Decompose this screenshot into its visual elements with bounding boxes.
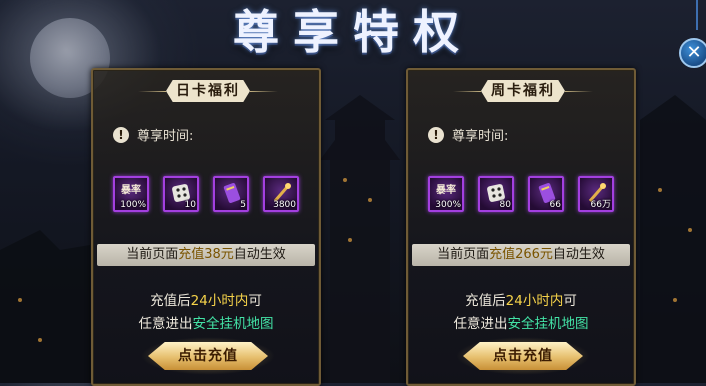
card-header: 日卡福利 xyxy=(138,80,278,102)
recharge-button[interactable]: 点击充值 xyxy=(148,342,268,370)
desc-line-2: 任意进出安全挂机地图 xyxy=(408,313,634,336)
benefit-description: 充值后24小时内可 任意进出安全挂机地图 xyxy=(93,290,319,336)
gold-staff-icon[interactable]: 66万 xyxy=(578,176,614,212)
recharge-amount: 充值266元 xyxy=(489,247,553,262)
item-count: 80 xyxy=(499,200,511,210)
card-weekly: 周卡福利 ! 尊享时间: 暴率 300% 80 66 66万 当前页面充值266… xyxy=(406,68,636,386)
close-icon[interactable]: ✕ xyxy=(679,38,706,68)
desc-duration: 24小时内 xyxy=(190,293,249,309)
gold-staff-icon[interactable]: 3800 xyxy=(263,176,299,212)
desc-line-2: 任意进出安全挂机地图 xyxy=(93,313,319,336)
privilege-time-row: ! 尊享时间: xyxy=(428,125,508,144)
ribbon-wing-right xyxy=(250,90,278,92)
item-count: 5 xyxy=(240,200,246,210)
benefit-description: 充值后24小时内可 任意进出安全挂机地图 xyxy=(408,290,634,336)
item-tag-text: 暴率 xyxy=(121,185,141,196)
page-title: 尊享特权 xyxy=(233,5,473,59)
item-count: 66 xyxy=(549,200,561,210)
auto-effect-notice: 当前页面充值38元自动生效 xyxy=(97,244,315,266)
auto-text-post: 自动生效 xyxy=(233,247,286,262)
desc-line-1: 充值后24小时内可 xyxy=(93,290,319,313)
exclamation-icon: ! xyxy=(113,126,129,143)
privilege-time-label: 尊享时间: xyxy=(452,129,509,144)
desc-map-name: 安全挂机地图 xyxy=(507,316,589,332)
reward-items: 暴率 300% 80 66 66万 xyxy=(428,176,614,212)
item-tag-text: 暴率 xyxy=(436,185,456,196)
desc-map-name: 安全挂机地图 xyxy=(192,316,274,332)
dice-icon[interactable]: 80 xyxy=(478,176,514,212)
privilege-time-row: ! 尊享时间: xyxy=(113,125,193,144)
card-title: 日卡福利 xyxy=(166,80,250,102)
reward-items: 暴率 100% 10 5 3800 xyxy=(113,176,299,212)
ribbon-wing-left xyxy=(138,90,166,92)
vip-tag-icon[interactable]: 暴率 100% xyxy=(113,176,149,212)
item-count: 10 xyxy=(184,200,196,210)
purple-scroll-icon[interactable]: 66 xyxy=(528,176,564,212)
auto-text-pre: 当前页面 xyxy=(437,247,490,262)
privilege-time-label: 尊享时间: xyxy=(137,129,194,144)
item-count: 300% xyxy=(435,200,461,210)
desc-text: 充值后 xyxy=(465,293,506,309)
ribbon-wing-left xyxy=(453,90,481,92)
desc-text: 任意进出 xyxy=(453,316,508,332)
ribbon-wing-right xyxy=(565,90,593,92)
vip-tag-icon[interactable]: 暴率 300% xyxy=(428,176,464,212)
auto-effect-notice: 当前页面充值266元自动生效 xyxy=(412,244,630,266)
card-header: 周卡福利 xyxy=(453,80,593,102)
dice-icon[interactable]: 10 xyxy=(163,176,199,212)
recharge-button[interactable]: 点击充值 xyxy=(463,342,583,370)
card-daily: 日卡福利 ! 尊享时间: 暴率 100% 10 5 3800 当前页面充值38元… xyxy=(91,68,321,386)
item-count: 66万 xyxy=(590,200,611,210)
item-count: 100% xyxy=(120,200,146,210)
desc-line-1: 充值后24小时内可 xyxy=(408,290,634,313)
desc-text: 可 xyxy=(248,293,262,309)
desc-text: 可 xyxy=(563,293,577,309)
desc-text: 任意进出 xyxy=(138,316,193,332)
auto-text-pre: 当前页面 xyxy=(126,247,179,262)
card-title: 周卡福利 xyxy=(481,80,565,102)
desc-duration: 24小时内 xyxy=(505,293,564,309)
auto-text-post: 自动生效 xyxy=(552,247,605,262)
desc-text: 充值后 xyxy=(150,293,191,309)
item-count: 3800 xyxy=(273,200,296,210)
exclamation-icon: ! xyxy=(428,126,444,143)
purple-scroll-icon[interactable]: 5 xyxy=(213,176,249,212)
recharge-amount: 充值38元 xyxy=(178,247,234,262)
